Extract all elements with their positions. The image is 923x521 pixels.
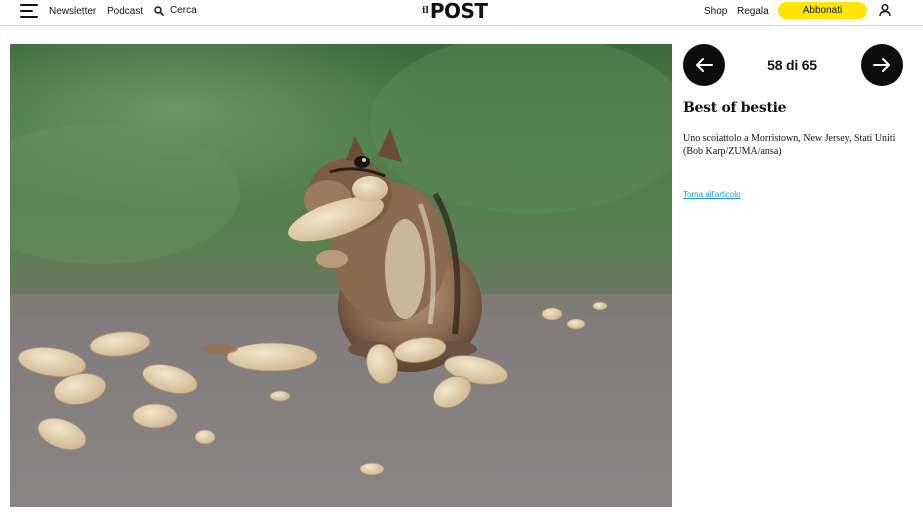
search-icon	[154, 5, 164, 16]
user-icon[interactable]	[878, 3, 892, 17]
site-logo[interactable]: il POST	[422, 0, 488, 22]
nav-regala[interactable]: Regala	[737, 6, 769, 17]
previous-photo-button[interactable]	[683, 44, 725, 86]
search-button[interactable]: Cerca	[154, 5, 197, 16]
nav-shop[interactable]: Shop	[704, 6, 727, 17]
next-photo-button[interactable]	[861, 44, 903, 86]
nav-podcast[interactable]: Podcast	[107, 6, 143, 17]
gallery-photo	[10, 44, 672, 507]
menu-icon[interactable]	[20, 4, 38, 18]
photo-counter: 58 di 65	[767, 57, 817, 73]
gallery-title: Best of bestie	[683, 100, 787, 116]
arrow-right-icon	[873, 58, 890, 72]
logo-prefix: il	[422, 6, 429, 16]
logo-name: POST	[429, 0, 488, 23]
search-label: Cerca	[170, 5, 197, 16]
caption-text: Uno scoiattolo a Morristown, New Jersey,…	[683, 133, 896, 144]
back-to-article-link[interactable]: Torna all'articolo	[683, 190, 741, 199]
nav-newsletter[interactable]: Newsletter	[49, 6, 96, 17]
caption-credit: (Bob Karp/ZUMA/ansa)	[683, 146, 782, 157]
subscribe-button[interactable]: Abbonati	[778, 2, 867, 19]
site-header: Newsletter Podcast Cerca il POST Shop Re…	[0, 0, 923, 26]
arrow-left-icon	[696, 58, 713, 72]
photo-caption: Uno scoiattolo a Morristown, New Jersey,…	[683, 132, 898, 158]
